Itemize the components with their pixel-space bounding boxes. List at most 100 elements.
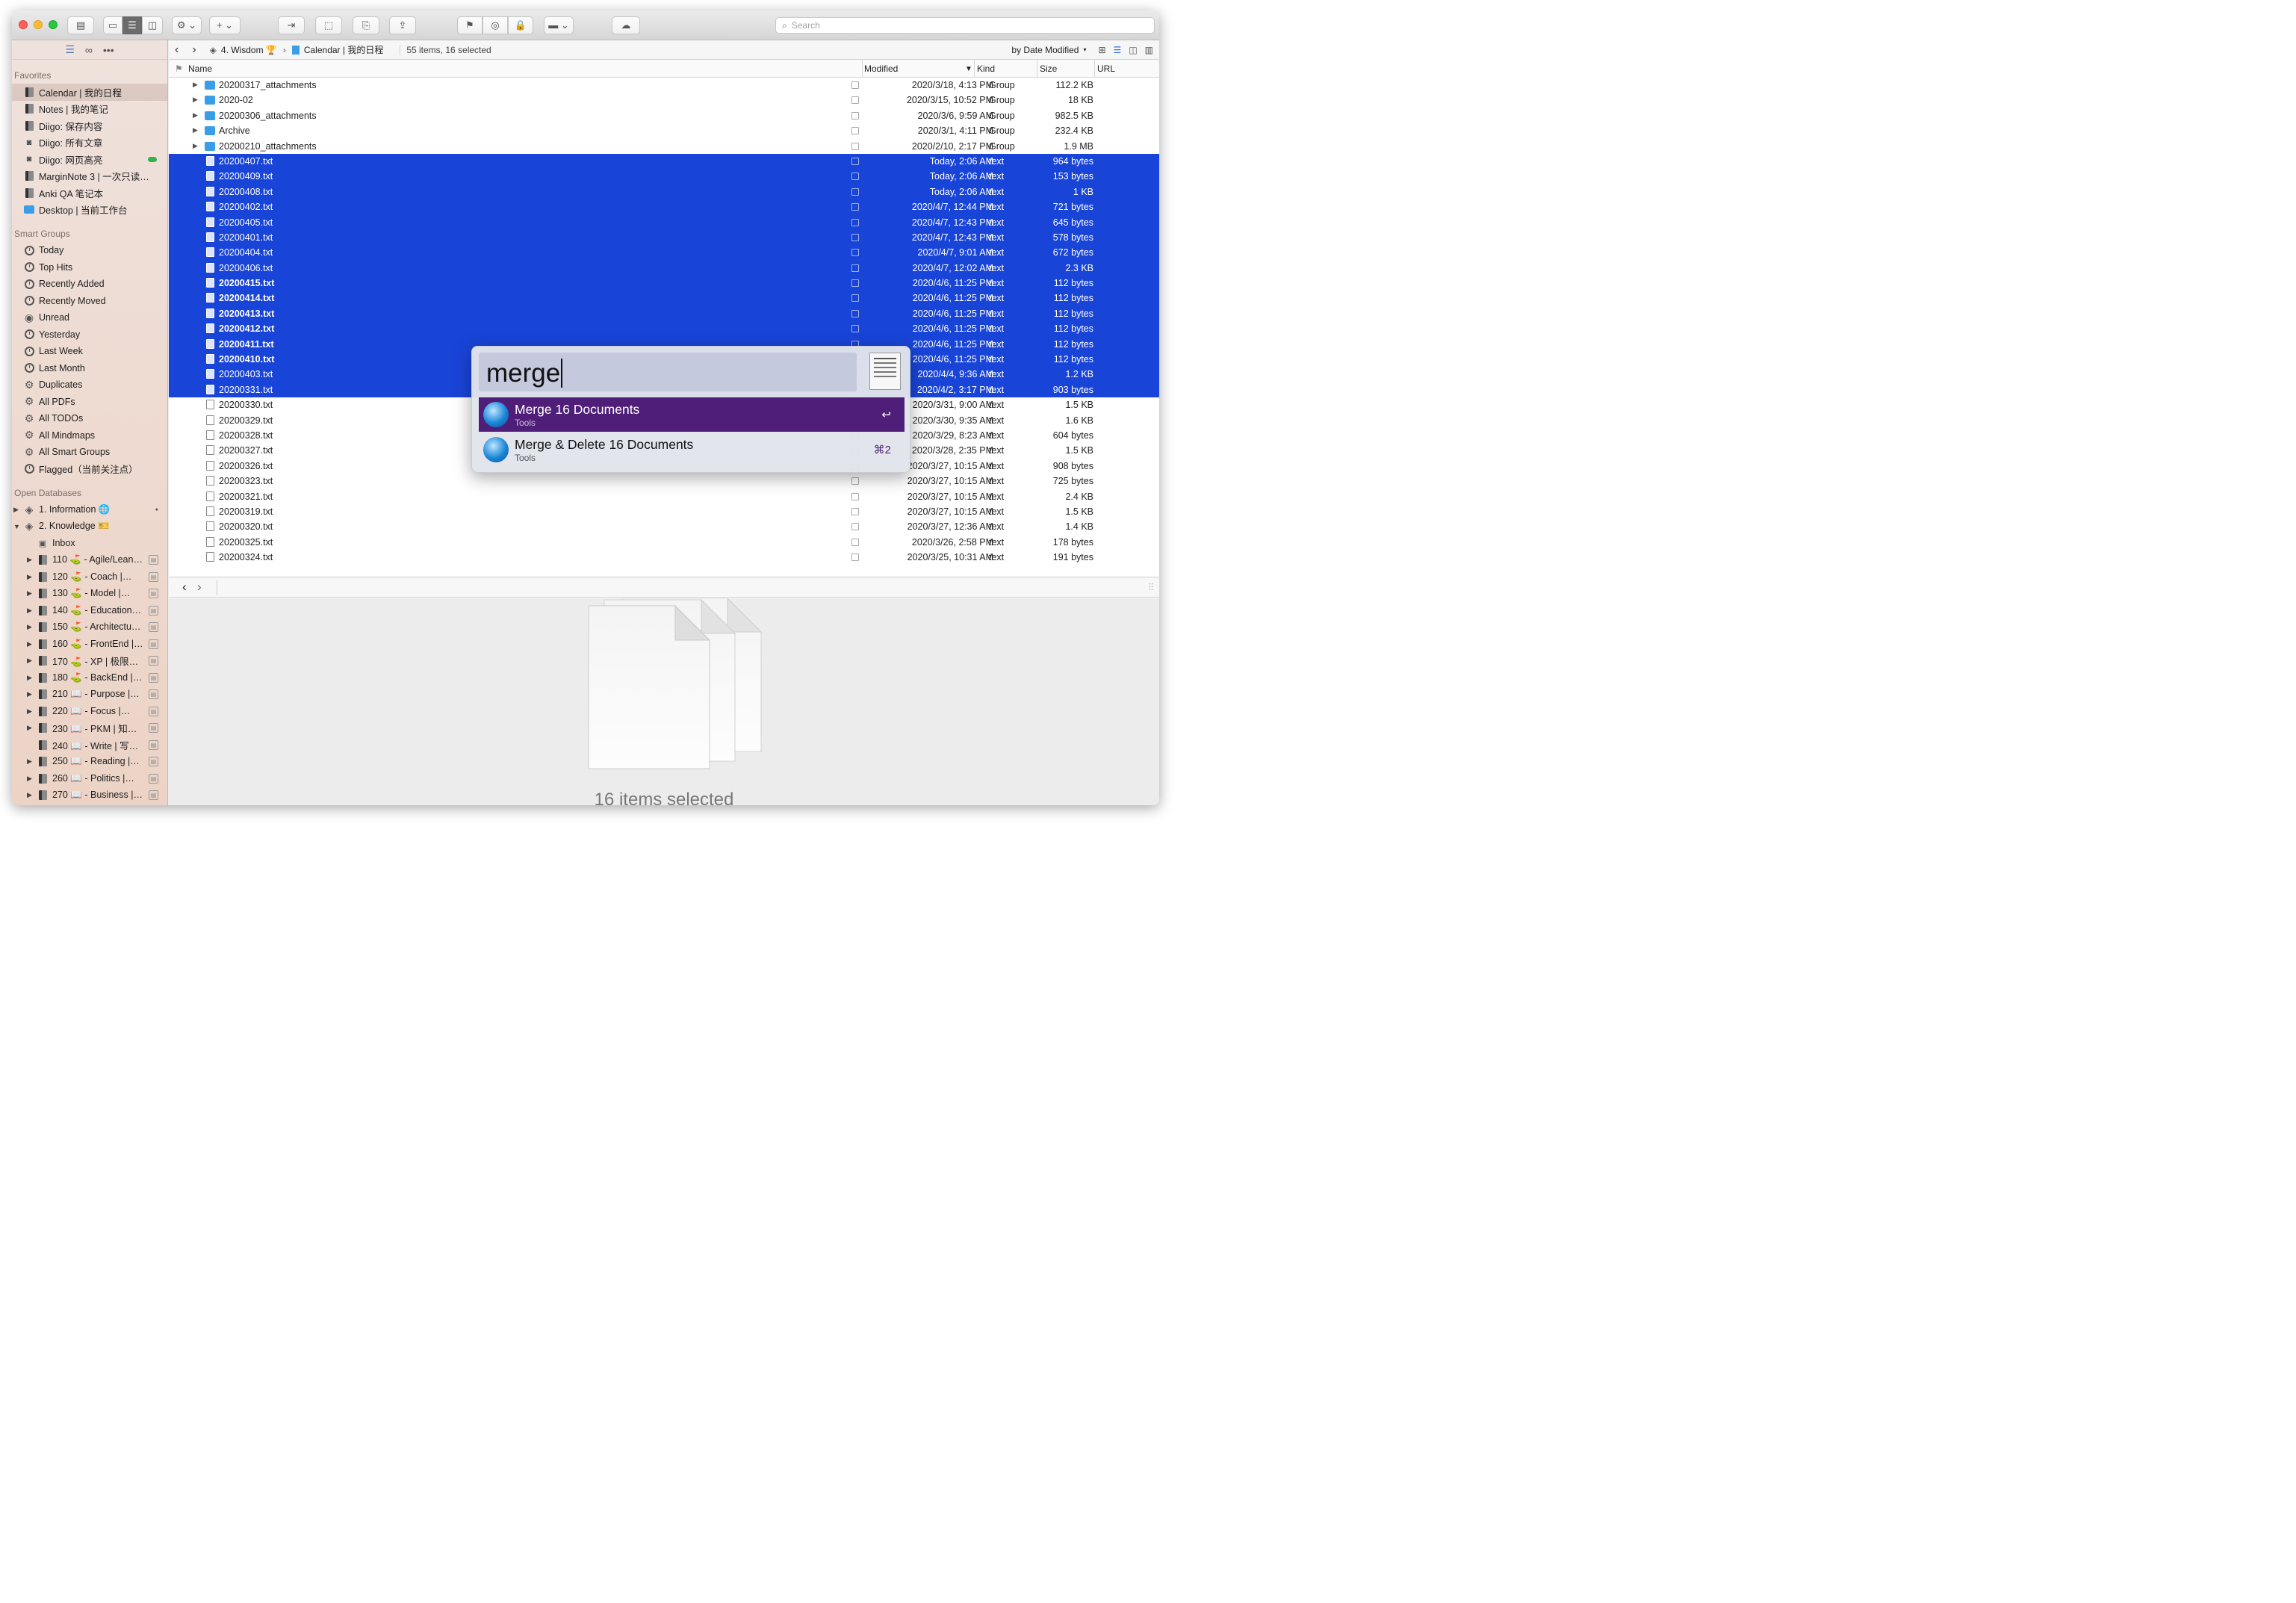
sidebar-item-smart-group[interactable]: ⚙ Duplicates bbox=[12, 376, 167, 394]
file-row[interactable]: 20200404.txt 2020/4/7, 9:01 AM text 672 byt… bbox=[169, 245, 1159, 261]
file-row[interactable]: 20200409.txt Today, 2:06 AM text 153 bytes bbox=[169, 169, 1159, 185]
view-layout-1-button[interactable]: ▭ bbox=[103, 16, 122, 34]
file-row[interactable]: 20200414.txt 2020/4/6, 11:25 PM text 112 by… bbox=[169, 291, 1159, 306]
breadcrumb-calendar[interactable]: Calendar | 我的日程 bbox=[304, 43, 383, 56]
sidebar-item-favorite[interactable]: MarginNote 3 | 一次只读… bbox=[12, 168, 167, 185]
sidebar-item-favorite[interactable]: ◙ Diigo: 所有文章 bbox=[12, 134, 167, 152]
back-icon[interactable]: ‹ bbox=[182, 580, 187, 595]
file-row[interactable]: 20200406.txt 2020/4/7, 12:02 AM text 2.3 KB bbox=[169, 260, 1159, 276]
group-row[interactable]: ▶ 20200317_attachments 2020/3/18, 4:13 PM G… bbox=[169, 78, 1159, 93]
disclosure-down-icon[interactable]: ▼ bbox=[13, 523, 20, 530]
list-icon[interactable]: ☰ bbox=[65, 43, 75, 56]
modified-column-header[interactable]: Modified bbox=[864, 63, 898, 74]
file-row[interactable]: 20200324.txt 2020/3/25, 10:31 AM text 191 b… bbox=[169, 550, 1159, 565]
disclosure-right-icon[interactable]: ▶ bbox=[193, 96, 198, 104]
disclosure-right-icon[interactable]: ▶ bbox=[27, 657, 33, 665]
inspector-icon[interactable]: ⫶⫶ bbox=[1149, 582, 1153, 593]
close-window-button[interactable] bbox=[19, 20, 28, 29]
disclosure-right-icon[interactable]: ▶ bbox=[27, 640, 33, 648]
disclosure-right-icon[interactable]: ▶ bbox=[27, 690, 33, 698]
sidebar-item-favorite[interactable]: ◙ Diigo: 网页高亮 bbox=[12, 151, 167, 168]
group-row[interactable]: ▶ 2020-02 2020/3/15, 10:52 PM Group 18 KB bbox=[169, 93, 1159, 108]
sidebar-item-database[interactable]: ▼ ◈ 2. Knowledge 🎫 bbox=[12, 518, 167, 536]
file-row[interactable]: 20200412.txt 2020/4/6, 11:25 PM text 112 by… bbox=[169, 321, 1159, 337]
disclosure-right-icon[interactable]: ▶ bbox=[27, 589, 33, 598]
name-column-header[interactable]: Name bbox=[188, 63, 212, 74]
sidebar-item-favorite[interactable]: Desktop | 当前工作台 bbox=[12, 202, 167, 219]
flag-button[interactable]: ⚑ bbox=[457, 16, 483, 34]
search-field[interactable]: ⌕ Search bbox=[775, 17, 1155, 34]
sidebar-item-smart-group[interactable]: Yesterday bbox=[12, 326, 167, 344]
sidebar-item-group[interactable]: ▶ 270 📖 - Business |… ▤ bbox=[12, 787, 167, 804]
share-button[interactable]: ⇪ bbox=[389, 16, 416, 34]
more-icon[interactable]: ••• bbox=[103, 44, 114, 56]
action-menu-button[interactable]: ⚙ ⌄ bbox=[172, 16, 202, 34]
sidebar-item-smart-group[interactable]: ⚙ All Mindmaps bbox=[12, 427, 167, 444]
disclosure-right-icon[interactable]: ▶ bbox=[27, 757, 33, 766]
import-button[interactable]: ⇥ bbox=[278, 16, 305, 34]
add-menu-button[interactable]: + ⌄ bbox=[209, 16, 241, 34]
sidebar-item-group[interactable]: ▶ 250 📖 - Reading |… ▤ bbox=[12, 754, 167, 771]
sidebar-item-smart-group[interactable]: Top Hits bbox=[12, 259, 167, 276]
sidebar-item-smart-group[interactable]: Last Month bbox=[12, 360, 167, 377]
sidebar-item-smart-group[interactable]: ⚙ All Smart Groups bbox=[12, 444, 167, 461]
disclosure-right-icon[interactable]: ▶ bbox=[27, 623, 33, 631]
mark-unread-button[interactable]: ◎ bbox=[483, 16, 508, 34]
disclosure-right-icon[interactable]: ▶ bbox=[27, 791, 33, 799]
flag-column-icon[interactable]: ⚑ bbox=[175, 63, 183, 74]
list-view-icon[interactable]: ☰ bbox=[1114, 45, 1122, 55]
sidebar-item-favorite[interactable]: Notes | 我的笔记 bbox=[12, 101, 167, 118]
sidebar-item-favorite[interactable]: Diigo: 保存内容 bbox=[12, 117, 167, 134]
file-row[interactable]: 20200413.txt 2020/4/6, 11:25 PM text 112 by… bbox=[169, 306, 1159, 322]
forward-icon[interactable]: › bbox=[197, 580, 202, 595]
sidebar-item-group[interactable]: ▶ 230 📖 - PKM | 知… ▤ bbox=[12, 720, 167, 737]
sidebar-item-group[interactable]: ▶ 170 ⛳ - XP | 极限… ▤ bbox=[12, 653, 167, 670]
sidebar-item-smart-group[interactable]: Recently Added bbox=[12, 276, 167, 293]
file-row[interactable]: 20200405.txt 2020/4/7, 12:43 PM text 645 by… bbox=[169, 214, 1159, 230]
disclosure-right-icon[interactable]: ▶ bbox=[193, 111, 198, 120]
size-column-header[interactable]: Size bbox=[1040, 63, 1057, 74]
sidebar-item-group[interactable]: ▶ 140 ⛳ - Education… ▤ bbox=[12, 602, 167, 619]
sidebar-item-smart-group[interactable]: ◉ Unread bbox=[12, 309, 167, 326]
disclosure-right-icon[interactable]: ▶ bbox=[27, 573, 33, 581]
disclosure-right-icon[interactable]: ▶ bbox=[193, 81, 198, 89]
sidebar-item-group[interactable]: ▶ 220 📖 - Focus |… ▤ bbox=[12, 703, 167, 720]
sidebar-item-group[interactable]: ▶ 210 📖 - Purpose |… ▤ bbox=[12, 686, 167, 704]
view-layout-3-button[interactable]: ◫ bbox=[142, 16, 163, 34]
file-row[interactable]: 20200321.txt 2020/3/27, 10:15 AM text 2.4 K… bbox=[169, 489, 1159, 504]
toggle-sidebar-button[interactable]: ▤ bbox=[67, 16, 94, 34]
column-view-icon[interactable]: ◫ bbox=[1129, 45, 1137, 55]
command-search-input[interactable]: merge bbox=[479, 353, 857, 391]
zoom-window-button[interactable] bbox=[49, 20, 58, 29]
sort-menu[interactable]: by Date Modified bbox=[1011, 45, 1079, 55]
sidebar-item-group[interactable]: ▶ 260 📖 - Politics |… ▤ bbox=[12, 770, 167, 787]
disclosure-right-icon[interactable]: ▶ bbox=[27, 607, 33, 615]
disclosure-right-icon[interactable]: ▶ bbox=[27, 775, 33, 783]
sidebar-item-group[interactable]: ▶ 110 ⛳ - Agile/Lean… ▤ bbox=[12, 552, 167, 569]
sidebar-item-smart-group[interactable]: ⚙ All PDFs bbox=[12, 394, 167, 411]
result-merge-delete[interactable]: Merge & Delete 16 Documents Tools ⌘2 bbox=[479, 432, 905, 467]
sidebar-item-smart-group[interactable]: ⚙ All TODOs bbox=[12, 410, 167, 427]
file-row[interactable]: 20200402.txt 2020/4/7, 12:44 PM text 721 by… bbox=[169, 199, 1159, 215]
sidebar-item-smart-group[interactable]: Last Week bbox=[12, 343, 167, 360]
file-row[interactable]: 20200401.txt 2020/4/7, 12:43 PM text 578 by… bbox=[169, 229, 1159, 246]
group-row[interactable]: ▶ 20200210_attachments 2020/2/10, 2:17 PM G… bbox=[169, 139, 1159, 154]
sidebar-item-smart-group[interactable]: Flagged（当前关注点） bbox=[12, 461, 167, 478]
file-row[interactable]: 20200325.txt 2020/3/26, 2:58 PM text 178 by… bbox=[169, 535, 1159, 550]
cover-flow-icon[interactable]: ▥ bbox=[1145, 45, 1153, 55]
file-row[interactable]: 20200320.txt 2020/3/27, 12:36 AM text 1.4 K… bbox=[169, 519, 1159, 534]
sidebar-item-group[interactable]: ▶ 130 ⛳ - Model |… ▤ bbox=[12, 586, 167, 603]
group-row[interactable]: ▶ 20200306_attachments 2020/3/6, 9:59 AM Gr… bbox=[169, 108, 1159, 123]
group-row[interactable]: ▶ Archive 2020/3/1, 4:11 PM Group 232.4 KB bbox=[169, 123, 1159, 138]
sidebar-item-inbox[interactable]: ▣ Inbox bbox=[12, 535, 167, 552]
sidebar-item-database[interactable]: ▶ ◈ 1. Information 🌐 ● bbox=[12, 501, 167, 518]
disclosure-right-icon[interactable]: ▶ bbox=[27, 724, 33, 732]
disclosure-right-icon[interactable]: ▶ bbox=[27, 674, 33, 682]
sync-button[interactable]: ☁ bbox=[612, 16, 640, 34]
lock-button[interactable]: 🔒 bbox=[508, 16, 533, 34]
back-icon[interactable]: ‹ bbox=[175, 43, 179, 57]
minimize-window-button[interactable] bbox=[34, 20, 43, 29]
icon-view-icon[interactable]: ⊞ bbox=[1098, 45, 1105, 55]
sidebar-item-smart-group[interactable]: Recently Moved bbox=[12, 293, 167, 310]
disclosure-right-icon[interactable]: ▶ bbox=[13, 506, 19, 514]
